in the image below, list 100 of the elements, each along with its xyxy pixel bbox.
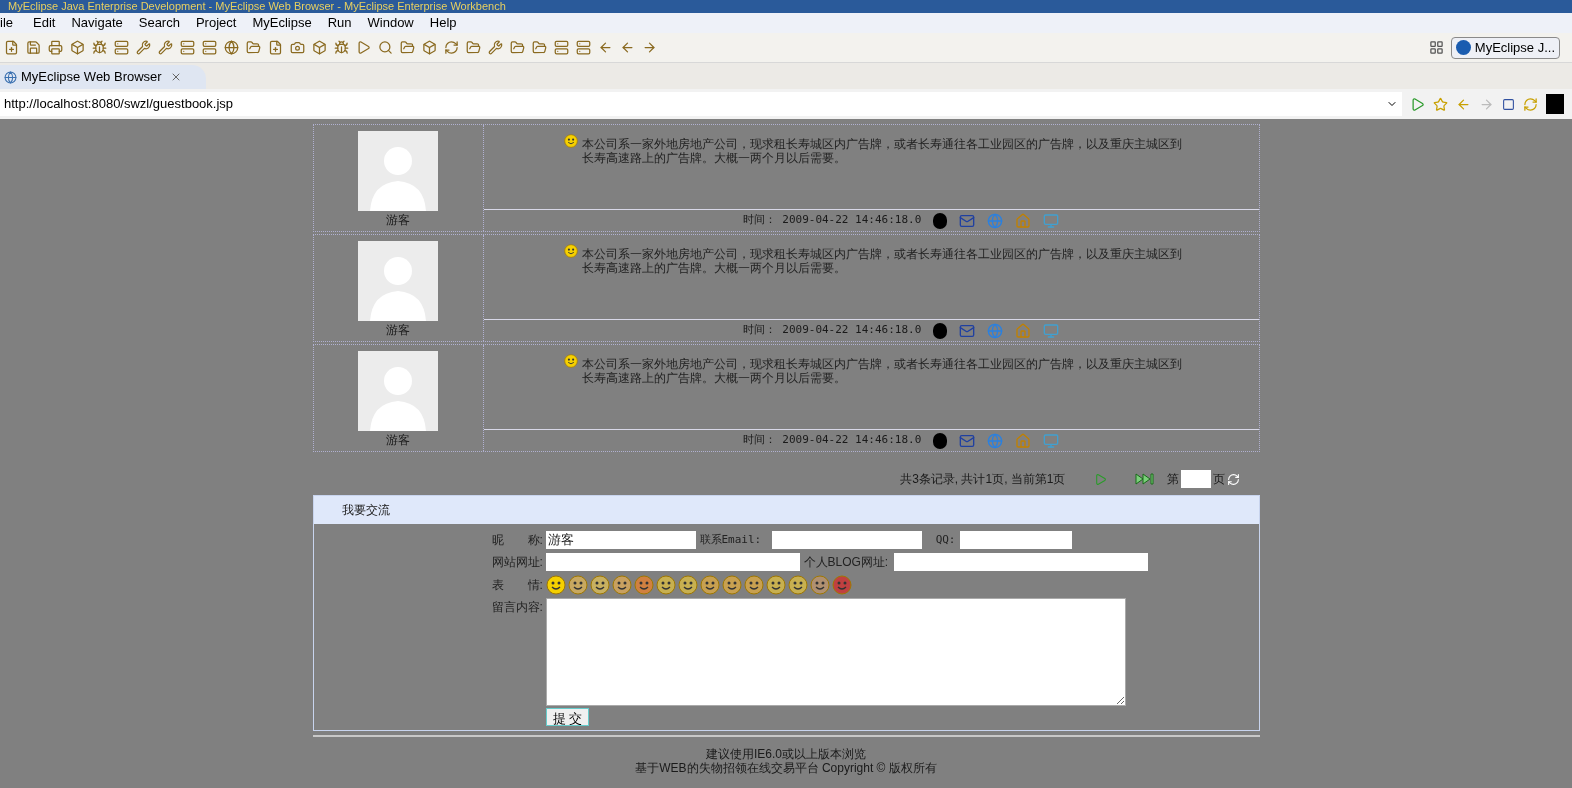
toolbar-icon[interactable]	[598, 40, 613, 55]
globe-icon	[4, 70, 17, 84]
toolbar-icon[interactable]	[136, 40, 151, 55]
smiley-icon	[831, 575, 852, 595]
menu-item[interactable]: Window	[359, 13, 422, 33]
stop-icon[interactable]	[1502, 97, 1515, 111]
post-time: 时间： 2009-04-22 14:46:18.0	[742, 432, 922, 449]
address-field[interactable]: http://localhost:8080/swzl/guestbook.jsp	[0, 92, 1402, 116]
myeclipse-logo-icon	[1455, 40, 1471, 55]
smiley-icon	[563, 351, 578, 371]
smiley-icon	[633, 575, 654, 595]
qq-input[interactable]	[959, 531, 1072, 549]
toolbar-icon[interactable]	[422, 40, 437, 55]
menu-item[interactable]: MyEclipse	[244, 13, 320, 33]
page-suffix: 页	[1212, 471, 1225, 488]
toolbar-icon[interactable]	[400, 40, 415, 55]
toolbar-icon[interactable]	[4, 40, 19, 55]
field-label: 个人BLOG网址:	[803, 554, 890, 571]
perspective-button[interactable]: MyEclipse J...	[1450, 36, 1560, 59]
toolbar-icon[interactable]	[268, 40, 283, 55]
smiley-icon	[809, 575, 830, 595]
mail-icon[interactable]	[959, 212, 976, 229]
smiley-icon	[589, 575, 610, 595]
smiley-icon	[563, 131, 578, 151]
mail-icon[interactable]	[959, 432, 976, 449]
tab-label: MyEclipse Web Browser	[21, 68, 162, 87]
author-name: 游客	[386, 322, 410, 339]
smiley-icon	[765, 575, 786, 595]
toolbar-icon[interactable]	[334, 40, 349, 55]
smiley-icon	[563, 241, 578, 261]
smiley-icon	[743, 575, 764, 595]
post-time: 时间： 2009-04-22 14:46:18.0	[742, 322, 922, 339]
toolbar-icon[interactable]	[224, 40, 239, 55]
toolbar-icon[interactable]	[290, 40, 305, 55]
toolbar-icon[interactable]	[180, 40, 195, 55]
footer-text: 建议使用IE6.0或以上版本浏览	[705, 747, 866, 761]
menu-item[interactable]: Project	[187, 13, 245, 33]
footer-text: 基于WEB的失物招领在线交易平台 Copyright © 版权所有	[635, 761, 937, 775]
menu-item[interactable]: Help	[421, 13, 465, 33]
field-label: 网站网址:	[491, 554, 544, 571]
toolbar-icon[interactable]	[510, 40, 525, 55]
toolbar-icon[interactable]	[158, 40, 173, 55]
author-name: 游客	[386, 432, 410, 449]
smiley-icon	[545, 575, 566, 595]
field-label: 留言内容:	[491, 599, 544, 616]
menu-item[interactable]: Navigate	[63, 13, 131, 33]
toolbar-icon[interactable]	[378, 40, 393, 55]
message-text: 本公司系一家外地房地产公司，现求租长寿城区内广告牌，或者长寿通往各工业园区的广告牌，以及重庆主城区到长寿高速路上的广告牌。大概一两个月以后需要。	[581, 356, 1183, 387]
toolbar-icon[interactable]	[576, 40, 591, 55]
smiley-icon	[787, 575, 808, 595]
page-prefix: 第	[1166, 471, 1179, 488]
mail-icon[interactable]	[959, 322, 976, 339]
form-title: 我要交流	[341, 502, 390, 519]
author-name: 游客	[386, 212, 410, 229]
field-label: QQ:	[934, 531, 957, 548]
post-time: 时间： 2009-04-22 14:46:18.0	[742, 212, 922, 229]
toolbar-icon[interactable]	[114, 40, 129, 55]
smiley-icon	[677, 575, 698, 595]
toolbar-icon[interactable]	[92, 40, 107, 55]
go-icon[interactable]	[1410, 96, 1425, 112]
field-label: 昵 称:	[491, 532, 544, 549]
toolbar-icon[interactable]	[554, 40, 569, 55]
website-input[interactable]	[545, 553, 800, 571]
toolbar-icon[interactable]	[444, 40, 459, 55]
blog-input[interactable]	[893, 553, 1148, 571]
toolbar-icon[interactable]	[26, 40, 41, 55]
submit-button[interactable]: 提 交	[545, 708, 590, 726]
last-page-icon[interactable]	[1134, 473, 1155, 485]
toolbar-icon[interactable]	[466, 40, 481, 55]
menu-item[interactable]: Edit	[25, 13, 64, 33]
message-textarea[interactable]	[545, 598, 1126, 706]
pagination-summary: 共3条记录, 共计1页, 当前第1页	[900, 471, 1066, 488]
go-page-icon[interactable]	[1226, 472, 1240, 486]
field-label: 联系Email:	[699, 531, 763, 548]
page-input[interactable]	[1180, 470, 1211, 488]
toolbar-icon[interactable]	[488, 40, 503, 55]
smiley-icon	[611, 575, 632, 595]
toolbar-icon[interactable]	[202, 40, 217, 55]
toolbar-icon[interactable]	[312, 40, 327, 55]
field-label: 表 情:	[491, 577, 544, 594]
email-input[interactable]	[771, 531, 922, 549]
toolbar-icon[interactable]	[532, 40, 547, 55]
open-perspective-icon[interactable]	[1428, 40, 1444, 55]
smiley-icon	[699, 575, 720, 595]
smiley-icon	[655, 575, 676, 595]
nickname-input[interactable]: 游客	[545, 531, 696, 549]
menu-item[interactable]: ile	[0, 13, 13, 33]
toolbar-icon[interactable]	[356, 40, 371, 55]
message-text: 本公司系一家外地房地产公司，现求租长寿城区内广告牌，或者长寿通往各工业园区的广告牌，以及重庆主城区到长寿高速路上的广告牌。大概一两个月以后需要。	[581, 136, 1183, 167]
menu-item[interactable]: Run	[319, 13, 360, 33]
toolbar-icon[interactable]	[48, 40, 63, 55]
toolbar-icon[interactable]	[246, 40, 261, 55]
message-text: 本公司系一家外地房地产公司，现求租长寿城区内广告牌，或者长寿通往各工业园区的广告牌，以及重庆主城区到长寿高速路上的广告牌。大概一两个月以后需要。	[581, 246, 1183, 277]
toolbar-icon[interactable]	[70, 40, 85, 55]
smiley-icon	[567, 575, 588, 595]
smiley-icon	[721, 575, 742, 595]
editor-tab[interactable]: MyEclipse Web Browser	[0, 65, 206, 89]
menu-item[interactable]: Search	[130, 13, 188, 33]
toolbar-icon[interactable]	[642, 40, 657, 55]
toolbar-icon[interactable]	[620, 40, 635, 55]
